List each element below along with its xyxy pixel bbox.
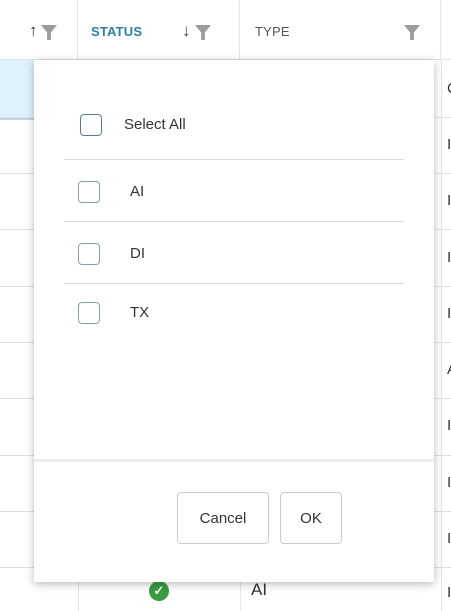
option-checkbox[interactable] (78, 302, 100, 324)
check-circle-icon: ✓ (149, 581, 169, 601)
column-label-type: TYPE (255, 24, 290, 39)
filter-funnel-icon[interactable] (41, 25, 57, 40)
column-label-status: STATUS (91, 24, 143, 39)
column-divider (441, 60, 442, 611)
select-all-label: Select All (124, 116, 186, 133)
ok-button[interactable]: OK (280, 492, 342, 544)
filter-option-tx[interactable]: TX (34, 292, 434, 332)
filter-option-di[interactable]: DI (34, 233, 434, 273)
filter-option-select-all[interactable]: Select All (34, 104, 434, 144)
option-checkbox[interactable] (78, 243, 100, 265)
cell-text: I (447, 249, 451, 266)
column-header-type[interactable]: TYPE (240, 0, 441, 60)
cancel-button[interactable]: Cancel (177, 492, 269, 544)
selected-row-highlight[interactable] (0, 60, 34, 120)
cell-text: A (447, 361, 451, 379)
cell-text: I (447, 305, 451, 322)
filter-option-ai[interactable]: AI (34, 171, 434, 211)
select-all-checkbox[interactable] (80, 114, 102, 136)
grid-header: ↑ STATUS ↓ TYPE (0, 0, 451, 60)
divider (64, 221, 404, 222)
cell-text: I (447, 530, 451, 547)
divider (64, 283, 404, 284)
filter-funnel-icon[interactable] (195, 25, 211, 40)
sort-ascending-icon[interactable]: ↑ (29, 22, 38, 40)
column-header-status[interactable]: STATUS ↓ (78, 0, 240, 60)
column-divider (240, 580, 241, 611)
cell-text: I (447, 474, 451, 491)
option-checkbox[interactable] (78, 181, 100, 203)
divider (64, 159, 404, 160)
cell-text: I (447, 136, 451, 153)
option-label: AI (130, 183, 145, 200)
cell-text: I (447, 192, 451, 209)
sort-descending-icon[interactable]: ↓ (182, 22, 191, 40)
filter-funnel-icon[interactable] (404, 25, 420, 40)
column-divider (78, 580, 79, 611)
option-label: DI (130, 245, 145, 262)
cell-text: C (447, 80, 451, 98)
option-label: TX (130, 304, 150, 321)
column-header-next[interactable] (441, 0, 451, 60)
cell-text: I (447, 584, 451, 601)
column-filter-popup: Select All AI DI TX Cancel OK (34, 60, 434, 582)
cell-text: I (447, 417, 451, 434)
type-cell: AI (251, 580, 268, 599)
footer-divider (34, 459, 434, 462)
column-header-1[interactable]: ↑ (0, 0, 78, 60)
